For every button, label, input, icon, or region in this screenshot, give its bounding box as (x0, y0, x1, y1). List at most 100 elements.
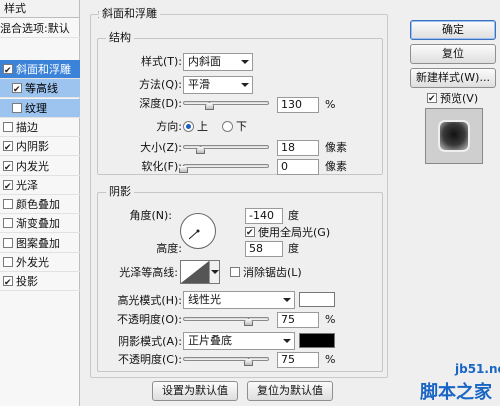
shadow-opacity-label: 不透明度(C): (118, 353, 182, 366)
shadow-opacity-input[interactable]: 75 (277, 352, 319, 368)
technique-value: 平滑 (188, 78, 210, 91)
checkbox-checked-icon[interactable] (3, 274, 13, 290)
shadow-mode-select[interactable]: 正片叠底 (183, 332, 295, 350)
soften-input[interactable]: 0 (277, 159, 319, 175)
ok-button[interactable]: 确定 (410, 20, 496, 40)
sidebar-item-label: 颜色叠加 (16, 198, 60, 211)
checkbox-checked-icon[interactable] (3, 159, 13, 175)
sidebar-item-label: 等高线 (25, 82, 58, 95)
blending-options-label: 混合选项:默认 (0, 22, 70, 35)
depth-input[interactable]: 130 (277, 97, 319, 113)
style-value: 内斜面 (188, 55, 221, 68)
checkbox-icon[interactable] (3, 122, 13, 132)
preview-swatch-icon (438, 120, 470, 152)
antialias-label: 消除锯齿(L) (243, 266, 302, 279)
sidebar-item-label: 外发光 (16, 256, 49, 269)
blending-options-item[interactable]: 混合选项:默认 (0, 19, 80, 38)
sidebar-item[interactable]: 等高线 (0, 79, 80, 98)
angle-dial[interactable] (180, 213, 216, 249)
depth-slider[interactable] (183, 101, 269, 105)
shadow-opacity-unit: % (325, 353, 336, 366)
highlight-mode-value: 线性光 (188, 293, 221, 306)
sidebar-item-label: 图案叠加 (16, 237, 60, 250)
styles-sidebar: 样式 混合选项:默认 斜面和浮雕等高线纹理描边内阴影内发光光泽颜色叠加渐变叠加图… (0, 0, 80, 406)
direction-down-radio[interactable]: 下 (222, 119, 247, 135)
shadow-opacity-slider[interactable] (183, 357, 269, 361)
highlight-color-swatch[interactable] (299, 292, 335, 307)
sidebar-item[interactable]: 光泽 (0, 176, 80, 195)
sidebar-item-label: 渐变叠加 (16, 217, 60, 230)
depth-label: 深度(D): (139, 97, 182, 110)
chevron-down-icon (241, 83, 249, 87)
size-slider[interactable] (183, 145, 269, 149)
checkbox-icon[interactable] (3, 257, 13, 267)
highlight-opacity-unit: % (325, 313, 336, 326)
shadow-color-swatch[interactable] (299, 333, 335, 348)
shading-title: 阴影 (106, 185, 134, 199)
size-input[interactable]: 18 (277, 140, 319, 156)
sidebar-item[interactable]: 描边 (0, 118, 80, 137)
sidebar-item[interactable]: 内阴影 (0, 137, 80, 156)
watermark-site: jb51.net (455, 362, 500, 376)
gloss-contour-label: 光泽等高线: (119, 266, 178, 279)
global-light-checkbox[interactable]: 使用全局光(G) (245, 225, 330, 241)
contour-curve-icon (181, 261, 209, 283)
checkbox-checked-icon[interactable] (12, 81, 22, 97)
preview-checkbox[interactable]: 预览(V) (427, 91, 478, 107)
style-select[interactable]: 内斜面 (183, 53, 253, 71)
shadow-mode-label: 阴影模式(A): (118, 335, 182, 348)
checkbox-checked-icon[interactable] (3, 62, 13, 78)
sidebar-item[interactable]: 外发光 (0, 253, 80, 272)
chevron-down-icon (241, 60, 249, 64)
style-preview-thumbnail (425, 108, 483, 164)
structure-title: 结构 (106, 31, 134, 45)
styles-header: 样式 (0, 0, 79, 18)
checkbox-icon[interactable] (12, 103, 22, 113)
sidebar-item-label: 纹理 (25, 102, 47, 115)
technique-label: 方法(Q): (139, 78, 182, 91)
size-label: 大小(Z): (140, 141, 182, 154)
sidebar-item[interactable]: 图案叠加 (0, 234, 80, 253)
shadow-mode-value: 正片叠底 (188, 334, 232, 347)
angle-input[interactable]: -140 (245, 208, 283, 224)
checkbox-checked-icon (427, 91, 437, 107)
sidebar-item-label: 斜面和浮雕 (16, 63, 71, 76)
sidebar-item-label: 内发光 (16, 160, 49, 173)
antialias-checkbox[interactable]: 消除锯齿(L) (230, 265, 302, 281)
checkbox-icon[interactable] (3, 199, 13, 209)
sidebar-item[interactable]: 内发光 (0, 157, 80, 176)
size-unit: 像素 (325, 141, 347, 154)
radio-icon (222, 121, 233, 132)
sidebar-item[interactable]: 颜色叠加 (0, 195, 80, 214)
technique-select[interactable]: 平滑 (183, 76, 253, 94)
checkbox-checked-icon[interactable] (3, 139, 13, 155)
checkbox-checked-icon[interactable] (3, 178, 13, 194)
highlight-mode-select[interactable]: 线性光 (183, 291, 295, 309)
sidebar-item[interactable]: 渐变叠加 (0, 214, 80, 233)
checkbox-icon[interactable] (3, 238, 13, 248)
make-default-button[interactable]: 设置为默认值 (152, 381, 238, 401)
reset-default-button[interactable]: 复位为默认值 (247, 381, 333, 401)
gloss-contour-picker[interactable] (180, 260, 220, 284)
new-style-button[interactable]: 新建样式(W)... (410, 68, 496, 88)
radio-selected-icon (183, 121, 194, 132)
depth-unit: % (325, 98, 336, 111)
sidebar-item-label: 投影 (16, 275, 38, 288)
contour-dropdown[interactable] (209, 261, 219, 283)
soften-slider[interactable] (183, 164, 269, 168)
sidebar-item-label: 光泽 (16, 179, 38, 192)
checkbox-icon[interactable] (3, 218, 13, 228)
sidebar-item[interactable]: 投影 (0, 272, 80, 291)
style-label: 样式(T): (140, 55, 182, 68)
sidebar-item[interactable]: 纹理 (0, 99, 80, 118)
highlight-mode-label: 高光模式(H): (117, 294, 182, 307)
altitude-input[interactable]: 58 (245, 241, 283, 257)
chevron-down-icon (211, 270, 219, 274)
sidebar-item[interactable]: 斜面和浮雕 (0, 60, 80, 79)
reset-button[interactable]: 复位 (410, 44, 496, 64)
altitude-label: 高度: (156, 242, 182, 255)
direction-down-label: 下 (236, 120, 247, 133)
direction-up-radio[interactable]: 上 (183, 119, 208, 135)
highlight-opacity-slider[interactable] (183, 317, 269, 321)
highlight-opacity-input[interactable]: 75 (277, 312, 319, 328)
